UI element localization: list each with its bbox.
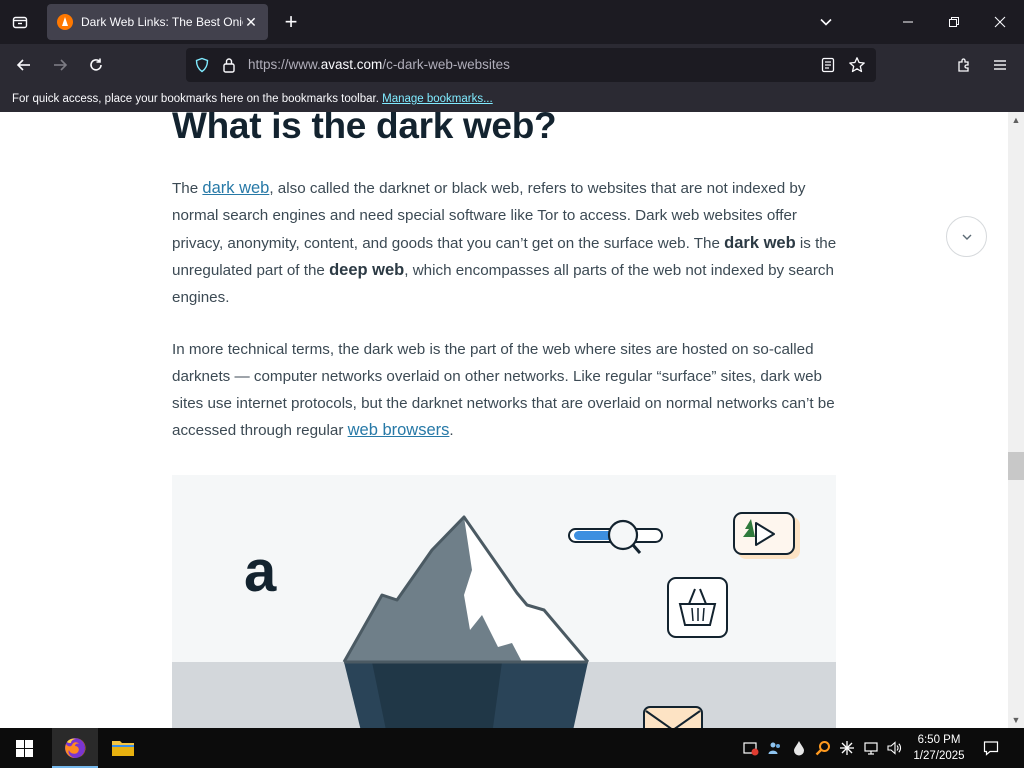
- envelope-icon: [643, 706, 703, 728]
- search-slider-icon: [568, 519, 663, 554]
- p1-bold-dark-web: dark web: [724, 233, 796, 252]
- page-viewport: What is the dark web? The dark web, also…: [0, 112, 1008, 728]
- tab-bar: Dark Web Links: The Best Onion ✕ +: [0, 0, 1024, 44]
- bookmarks-toolbar: For quick access, place your bookmarks h…: [0, 86, 1024, 112]
- taskbar-file-explorer[interactable]: [99, 728, 147, 768]
- back-arrow-icon: [16, 59, 30, 71]
- navigation-toolbar: https://www.avast.com/c-dark-web-website…: [0, 44, 1024, 86]
- iceberg-illustration: a: [172, 475, 836, 728]
- manage-bookmarks-link[interactable]: Manage bookmarks...: [382, 93, 493, 105]
- start-button[interactable]: [0, 728, 48, 768]
- close-icon: [994, 16, 1006, 28]
- shopping-basket-icon: [667, 577, 728, 638]
- bookmark-star-icon[interactable]: [848, 56, 866, 79]
- firefox-icon: [65, 737, 86, 758]
- p1-text-1: The: [172, 180, 203, 197]
- page-scrollbar[interactable]: ▲ ▼: [1008, 112, 1024, 728]
- volume-icon[interactable]: [885, 739, 903, 757]
- taskbar-firefox[interactable]: [51, 728, 99, 768]
- avast-logo-letter: a: [244, 539, 277, 604]
- clock-time: 6:50 PM: [917, 734, 961, 746]
- chevron-down-icon: [820, 18, 832, 26]
- restore-icon: [949, 17, 959, 27]
- close-tab-icon[interactable]: ✕: [242, 13, 260, 31]
- article-paragraph-1: The dark web, also called the darknet or…: [172, 175, 838, 312]
- iceberg-icon: [342, 515, 590, 728]
- scroll-up-arrow-icon[interactable]: ▲: [1008, 112, 1024, 128]
- minimize-icon: [903, 21, 913, 23]
- dark-web-link[interactable]: dark web: [202, 179, 269, 197]
- p2-text-1: In more technical terms, the dark web is…: [172, 341, 835, 440]
- windows-logo-icon: [15, 739, 33, 757]
- tray-security-icon[interactable]: [742, 739, 760, 757]
- url-path: /c-dark-web-websites: [382, 57, 510, 72]
- reader-view-icon[interactable]: [820, 57, 836, 78]
- taskbar-clock[interactable]: 6:50 PM 1/27/2025: [904, 732, 974, 764]
- hamburger-menu-icon: [994, 60, 1006, 70]
- article-paragraph-2: In more technical terms, the dark web is…: [172, 337, 838, 445]
- p1-bold-deep-web: deep web: [329, 261, 405, 280]
- new-tab-button[interactable]: +: [277, 8, 305, 36]
- url-host: avast.com: [320, 57, 383, 72]
- tray-brightness-icon[interactable]: [838, 739, 856, 757]
- network-icon[interactable]: [862, 739, 880, 757]
- video-play-icon: [733, 512, 800, 559]
- tab-list-icon: [12, 16, 28, 29]
- address-bar[interactable]: https://www.avast.com/c-dark-web-website…: [186, 48, 876, 82]
- scroll-down-button[interactable]: [946, 216, 987, 257]
- windows-taskbar: 6:50 PM 1/27/2025: [0, 728, 1024, 768]
- tab-title: Dark Web Links: The Best Onion: [81, 15, 243, 29]
- forward-arrow-icon: [54, 59, 68, 71]
- url-text[interactable]: https://www.avast.com/c-dark-web-website…: [248, 57, 510, 72]
- reload-button[interactable]: [81, 50, 111, 80]
- url-prefix: https://www.: [248, 57, 321, 72]
- close-window-button[interactable]: [980, 6, 1020, 38]
- action-center-icon[interactable]: [982, 739, 1000, 757]
- p2-text-2: .: [449, 422, 454, 440]
- lock-icon[interactable]: [222, 57, 236, 78]
- folder-icon: [112, 741, 134, 756]
- tray-drop-icon[interactable]: [790, 739, 808, 757]
- web-browsers-link[interactable]: web browsers: [348, 421, 450, 439]
- back-button[interactable]: [9, 50, 39, 80]
- bookmarks-hint-text: For quick access, place your bookmarks h…: [12, 93, 379, 105]
- tray-people-icon[interactable]: [766, 739, 784, 757]
- article-heading: What is the dark web?: [172, 112, 557, 146]
- app-menu-button[interactable]: [985, 50, 1015, 80]
- scrollbar-thumb[interactable]: [1008, 452, 1024, 480]
- minimize-window-button[interactable]: [888, 6, 928, 38]
- tracking-protection-shield-icon[interactable]: [194, 57, 210, 78]
- puzzle-icon: [958, 58, 969, 72]
- chevron-down-icon: [962, 234, 971, 240]
- extensions-button[interactable]: [949, 50, 979, 80]
- clock-date: 1/27/2025: [913, 750, 965, 762]
- scroll-down-arrow-icon[interactable]: ▼: [1008, 712, 1024, 728]
- list-all-tabs-button[interactable]: [6, 8, 34, 36]
- reload-icon: [90, 58, 102, 71]
- tray-search-icon[interactable]: [814, 739, 832, 757]
- forward-button[interactable]: [45, 50, 75, 80]
- browser-tab-active[interactable]: Dark Web Links: The Best Onion ✕: [47, 4, 268, 40]
- restore-window-button[interactable]: [934, 6, 974, 38]
- tab-overflow-button[interactable]: [812, 8, 840, 36]
- avast-favicon-icon: [57, 14, 73, 30]
